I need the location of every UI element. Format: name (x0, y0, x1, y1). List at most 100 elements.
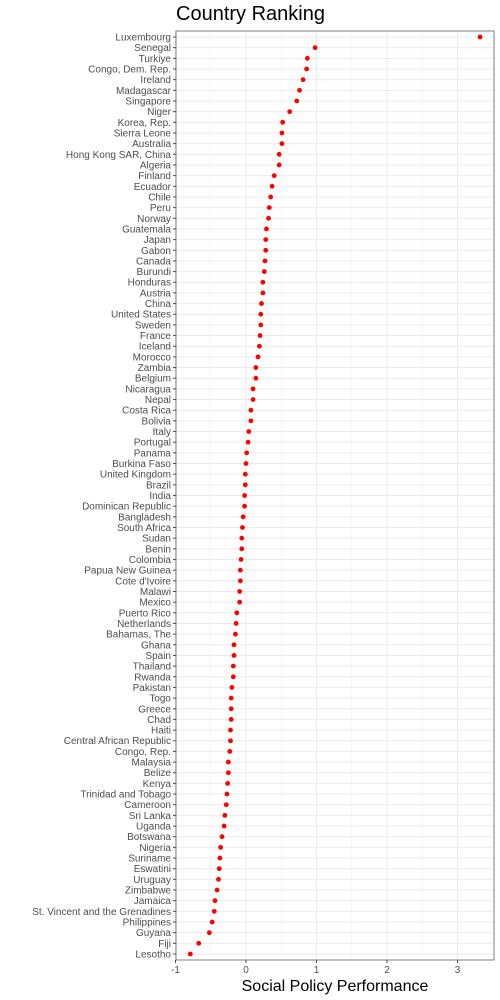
data-point (253, 375, 259, 381)
data-point (271, 173, 277, 179)
data-point (230, 663, 236, 669)
y-tick-label: Kenya (143, 779, 172, 790)
data-point (227, 749, 233, 754)
y-tick-label: Thailand (133, 662, 171, 673)
data-point (266, 205, 272, 211)
data-point (260, 290, 266, 296)
data-point (279, 130, 285, 136)
y-tick-label: Congo, Dem. Rep. (88, 64, 171, 75)
y-axis: LuxembourgSenegalTurkiyeCongo, Dem. Rep.… (32, 33, 176, 961)
y-tick-label: Trinidad and Tobago (80, 790, 171, 801)
y-tick-label: Lesotho (135, 950, 171, 961)
y-tick-label: Burkina Faso (112, 459, 171, 470)
data-point (276, 151, 282, 157)
y-tick-label: Guatemala (122, 224, 171, 235)
data-point (239, 535, 245, 541)
data-point (264, 226, 269, 232)
y-tick-label: Singapore (125, 96, 171, 107)
y-tick-label: Togo (149, 694, 171, 705)
x-axis-label: Social Policy Performance (242, 978, 429, 995)
y-tick-label: Sweden (135, 320, 171, 331)
x-tick-label: -1 (171, 965, 180, 976)
data-point (233, 631, 238, 637)
y-tick-label: Bangladesh (118, 512, 171, 523)
y-tick-label: Uruguay (133, 875, 171, 886)
y-tick-label: United Kingdom (100, 470, 171, 481)
y-tick-label: South Africa (117, 523, 171, 534)
data-point (269, 183, 275, 189)
data-point (246, 429, 252, 434)
data-point (222, 812, 228, 818)
data-point (250, 397, 256, 402)
data-point (214, 887, 220, 893)
y-tick-label: Benin (145, 544, 171, 555)
data-point (243, 461, 249, 466)
data-point (253, 365, 259, 370)
y-tick-label: Austria (140, 288, 172, 299)
data-point (229, 685, 235, 690)
y-tick-label: Honduras (128, 278, 171, 289)
data-point (304, 55, 310, 61)
x-tick-label: 0 (243, 965, 249, 976)
data-point (224, 791, 230, 797)
data-point (237, 599, 243, 605)
y-tick-label: Senegal (134, 43, 171, 54)
y-tick-label: Chad (147, 715, 171, 726)
data-point (304, 66, 310, 72)
y-tick-label: Cameroon (124, 800, 171, 811)
data-point (223, 802, 229, 808)
y-tick-label: Philippines (123, 918, 171, 929)
x-tick-label: 3 (455, 965, 461, 976)
y-tick-label: Greece (138, 704, 171, 715)
y-tick-label: Spain (145, 651, 171, 662)
y-tick-label: Madagascar (116, 86, 172, 97)
y-tick-label: Zimbabwe (125, 886, 172, 897)
data-point (477, 34, 483, 40)
y-tick-label: Jamaica (134, 896, 172, 907)
y-tick-label: Netherlands (117, 619, 171, 630)
y-tick-label: Gabon (141, 246, 171, 257)
data-point (234, 610, 240, 616)
grid (175, 31, 494, 960)
data-point (261, 269, 267, 274)
x-axis: -1 0 1 2 3 (171, 960, 461, 976)
data-point (297, 87, 302, 93)
data-point (216, 876, 221, 882)
x-tick-label: 2 (384, 965, 390, 976)
data-point (242, 493, 247, 498)
y-tick-label: Algeria (140, 160, 172, 171)
y-tick-label: Pakistan (133, 683, 171, 694)
y-tick-label: Italy (153, 427, 171, 438)
data-point (266, 215, 271, 221)
data-point (263, 247, 269, 253)
y-tick-label: Ireland (140, 75, 171, 86)
y-tick-label: China (145, 299, 172, 310)
y-tick-label: Finland (138, 171, 171, 182)
data-point (212, 898, 218, 904)
y-tick-label: Luxembourg (115, 33, 171, 44)
chart-title: Country Ranking (176, 3, 325, 25)
y-tick-label: Botswana (127, 832, 171, 843)
data-point (245, 439, 251, 445)
y-tick-label: Panama (134, 448, 172, 459)
x-tick-label: 1 (314, 965, 320, 976)
y-tick-label: Iceland (139, 342, 171, 353)
data-point (300, 77, 306, 83)
data-point (258, 322, 264, 328)
data-point (242, 471, 248, 477)
data-point (263, 237, 269, 242)
data-point (312, 45, 318, 51)
y-tick-label: Bolivia (142, 416, 172, 427)
data-point (221, 823, 227, 829)
y-tick-label: Malawi (140, 587, 171, 598)
data-point (248, 418, 254, 424)
data-point (280, 119, 286, 125)
y-tick-label: Nicaragua (125, 384, 171, 395)
y-tick-label: Ecuador (134, 182, 172, 193)
y-tick-label: Bahamas, The (106, 630, 171, 641)
data-point (228, 738, 233, 744)
data-point (237, 578, 243, 584)
data-point (237, 589, 243, 594)
y-tick-label: Fiji (158, 939, 171, 950)
y-tick-label: Japan (144, 235, 171, 246)
